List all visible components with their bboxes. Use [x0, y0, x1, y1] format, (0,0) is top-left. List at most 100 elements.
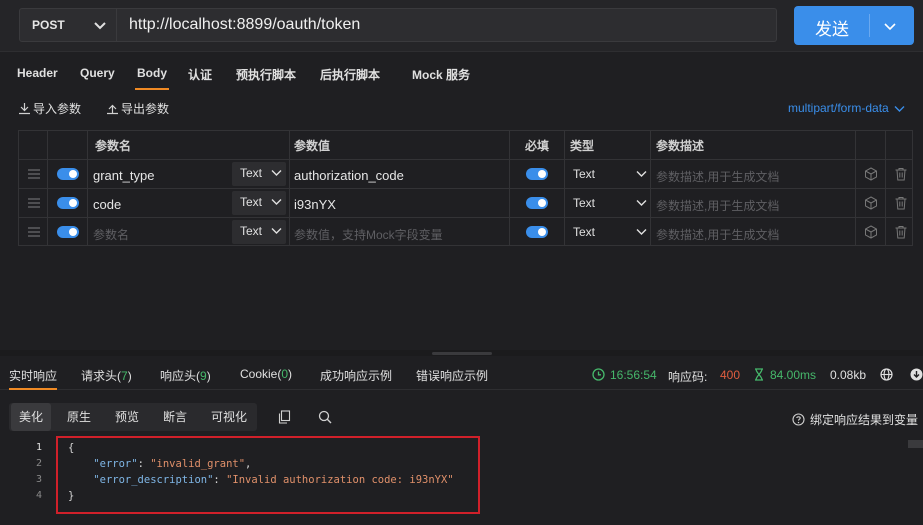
status-code-label: 响应码: — [668, 370, 708, 384]
value-type-label: Text — [240, 166, 263, 180]
line-number: 1 — [35, 442, 42, 453]
export-params-button[interactable]: 导出参数 — [106, 100, 169, 117]
type-label: Text — [573, 196, 596, 210]
chevron-down-icon — [271, 228, 282, 234]
send-button[interactable]: 发送 — [794, 6, 914, 45]
required-toggle[interactable] — [526, 168, 548, 180]
status-code: 400 — [720, 368, 741, 382]
format-raw[interactable]: 原生 — [59, 403, 99, 431]
bind-response-to-variable[interactable]: 绑定响应结果到变量 — [792, 411, 918, 428]
table-row-new: 参数名 Text 参数值，支持Mock字段变量 Text 参数描述,用于生成文档 — [19, 217, 912, 246]
globe-icon[interactable] — [880, 368, 893, 381]
value-type-label: Text — [240, 195, 263, 209]
tab-mock-service[interactable]: Mock 服务 — [412, 66, 470, 83]
chevron-down-icon — [636, 200, 647, 206]
param-description[interactable]: 参数描述,用于生成文档 — [656, 226, 779, 243]
value-type-select[interactable]: Text — [232, 220, 286, 244]
header-param-name: 参数名 — [95, 139, 132, 153]
param-name-input[interactable]: 参数名 — [93, 226, 129, 243]
tab-auth[interactable]: 认证 — [188, 66, 212, 83]
value-type-select[interactable]: Text — [232, 191, 286, 215]
download-icon — [19, 103, 30, 115]
format-toolbar: 美化 原生 预览 断言 可视化 — [9, 403, 257, 431]
tab-response-headers-label: 响应头( — [160, 369, 200, 383]
chevron-down-icon — [636, 171, 647, 177]
tab-request-headers[interactable]: 请求头(7) — [81, 367, 132, 384]
url-text: http://localhost:8899/oauth/token — [129, 16, 361, 33]
header-type: 类型 — [570, 139, 595, 153]
tab-realtime-response[interactable]: 实时响应 — [9, 367, 58, 390]
content-type-select[interactable]: multipart/form-data — [788, 101, 905, 115]
import-params-button[interactable]: 导入参数 — [18, 100, 81, 117]
request-headers-count: 7 — [121, 369, 128, 383]
tab-header[interactable]: Header — [17, 66, 58, 80]
url-bar: POST http://localhost:8899/oauth/token 发… — [0, 0, 923, 52]
trash-icon[interactable] — [894, 225, 908, 239]
tab-success-example[interactable]: 成功响应示例 — [320, 367, 392, 384]
required-toggle[interactable] — [526, 197, 548, 209]
format-beautify[interactable]: 美化 — [11, 403, 52, 431]
header-description: 参数描述 — [656, 139, 705, 153]
tab-response-headers[interactable]: 响应头(9) — [160, 367, 211, 384]
tab-error-example[interactable]: 错误响应示例 — [416, 367, 488, 384]
response-tabs: 实时响应 请求头(7) 响应头(9) Cookie(0) 成功响应示例 错误响应… — [0, 358, 923, 390]
import-params-label: 导入参数 — [33, 102, 82, 116]
enable-toggle[interactable] — [57, 226, 79, 238]
chevron-down-icon — [94, 22, 106, 30]
enable-toggle[interactable] — [57, 197, 79, 209]
close-paren: ) — [127, 369, 132, 383]
cube-icon[interactable] — [864, 225, 878, 239]
response-duration: 84.00ms — [770, 368, 817, 382]
method-label: POST — [32, 18, 65, 32]
help-icon — [792, 413, 805, 426]
required-toggle[interactable] — [526, 226, 548, 238]
param-name[interactable]: grant_type — [93, 168, 154, 183]
type-select[interactable]: Text — [573, 166, 647, 181]
param-value-input[interactable]: 参数值，支持Mock字段变量 — [294, 226, 443, 243]
tab-cookie[interactable]: Cookie(0) — [240, 367, 292, 381]
tab-body[interactable]: Body — [135, 66, 169, 90]
table-row: grant_type Text authorization_code Text … — [19, 159, 912, 188]
param-name[interactable]: code — [93, 197, 121, 212]
bind-response-label: 绑定响应结果到变量 — [810, 413, 919, 427]
download-circle-icon[interactable] — [910, 368, 923, 381]
drag-handle-icon[interactable] — [28, 227, 40, 237]
enable-toggle[interactable] — [57, 168, 79, 180]
trash-icon[interactable] — [894, 167, 908, 181]
type-select[interactable]: Text — [573, 195, 647, 210]
format-preview[interactable]: 预览 — [107, 403, 147, 431]
type-select[interactable]: Text — [573, 224, 647, 239]
format-visualize[interactable]: 可视化 — [203, 403, 255, 431]
splitter-grip[interactable] — [432, 352, 492, 355]
url-input[interactable]: http://localhost:8899/oauth/token — [117, 8, 777, 42]
type-label: Text — [573, 167, 596, 181]
drag-handle-icon[interactable] — [28, 169, 40, 179]
param-value[interactable]: i93nYX — [294, 197, 336, 212]
upload-icon — [107, 104, 118, 115]
close-paren: ) — [206, 369, 211, 383]
param-description[interactable]: 参数描述,用于生成文档 — [656, 168, 779, 185]
search-icon[interactable] — [318, 410, 332, 424]
param-value[interactable]: authorization_code — [294, 168, 404, 183]
scrollbar-thumb[interactable] — [908, 440, 923, 448]
tab-query[interactable]: Query — [80, 66, 115, 80]
value-type-select[interactable]: Text — [232, 162, 286, 186]
cube-icon[interactable] — [864, 167, 878, 181]
cube-icon[interactable] — [864, 196, 878, 210]
send-options-chevron-icon[interactable] — [883, 19, 897, 33]
send-divider — [869, 14, 870, 37]
line-number-gutter: 1 2 3 4 — [0, 436, 55, 525]
tab-post-script[interactable]: 后执行脚本 — [320, 66, 380, 83]
copy-icon[interactable] — [278, 410, 291, 424]
drag-handle-icon[interactable] — [28, 198, 40, 208]
format-assert[interactable]: 断言 — [155, 403, 195, 431]
response-size: 0.08kb — [830, 368, 867, 382]
tab-request-headers-label: 请求头( — [81, 369, 121, 383]
close-paren: ) — [288, 367, 293, 381]
highlight-box — [56, 436, 480, 514]
method-select[interactable]: POST — [19, 8, 117, 42]
clock-icon — [592, 368, 605, 381]
trash-icon[interactable] — [894, 196, 908, 210]
param-description[interactable]: 参数描述,用于生成文档 — [656, 197, 779, 214]
tab-pre-script[interactable]: 预执行脚本 — [236, 66, 296, 83]
